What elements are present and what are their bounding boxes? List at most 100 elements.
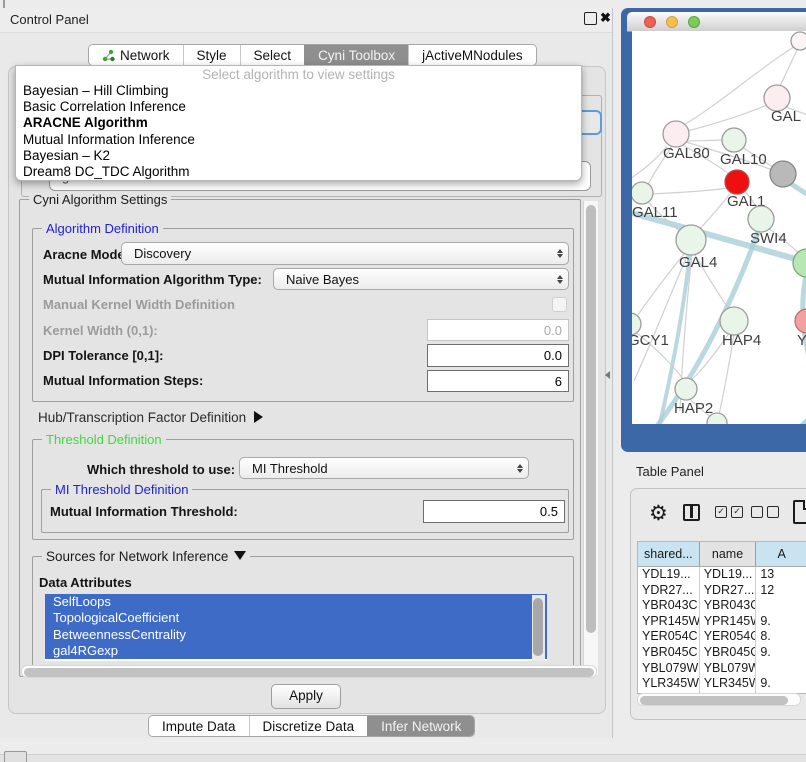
split-pane-collapse-icon[interactable]: [605, 371, 610, 379]
table-row[interactable]: YLR345WYLR345W9.: [638, 676, 806, 692]
tab-select[interactable]: Select: [240, 45, 305, 65]
tab-style[interactable]: Style: [183, 45, 240, 65]
zoom-traffic-light-icon[interactable]: [688, 16, 700, 28]
hub-definition-label[interactable]: Hub/Transcription Factor Definition: [38, 410, 263, 425]
table-row[interactable]: YBL079WYBL079W: [638, 661, 806, 677]
cyni-algorithm-settings-title: Cyni Algorithm Settings: [29, 192, 171, 207]
minimize-traffic-light-icon[interactable]: [666, 16, 678, 28]
sources-title[interactable]: Sources for Network Inference: [42, 549, 250, 564]
dropdown-item[interactable]: Mutual Information Inference: [16, 132, 581, 148]
new-table-icon[interactable]: [793, 500, 806, 524]
dropdown-item[interactable]: Bayesian – Hill Climbing: [16, 83, 581, 99]
mi-steps-field[interactable]: 6: [427, 370, 569, 392]
tab-impute-data[interactable]: Impute Data: [149, 716, 249, 736]
cyni-mode-tabbar: Impute DataDiscretize DataInfer Network: [148, 715, 475, 737]
tab-jactivemnodules[interactable]: jActiveMNodules: [408, 45, 536, 65]
attribute-item[interactable]: BetweennessCentrality: [45, 627, 547, 643]
node-table: shared...nameAYDL19...YDL19...13YDR27...…: [637, 541, 806, 694]
columns-icon[interactable]: [683, 504, 700, 521]
expand-right-icon[interactable]: [254, 411, 263, 423]
network-node-gal4[interactable]: [676, 225, 706, 255]
which-threshold-combo[interactable]: MI Threshold: [239, 457, 529, 479]
combo-arrows-icon: [552, 275, 568, 284]
close-traffic-light-icon[interactable]: [644, 16, 656, 28]
table-row[interactable]: YPR145WYPR145W9.: [638, 614, 806, 630]
mi-threshold-field[interactable]: 0.5: [423, 500, 565, 523]
dropdown-item[interactable]: Bayesian – K2: [16, 148, 581, 164]
table-row[interactable]: YBR043CYBR043C: [638, 598, 806, 614]
data-attributes-label: Data Attributes: [39, 575, 132, 590]
attribute-item[interactable]: gal4RGexp: [45, 643, 547, 659]
float-window-icon[interactable]: [584, 12, 597, 25]
attribute-item[interactable]: SelfLoops: [45, 594, 547, 610]
mi-threshold-definition-group: MI Threshold Definition Mutual Informati…: [41, 489, 569, 533]
table-row[interactable]: YBR045CYBR045C9.: [638, 645, 806, 661]
network-node[interactable]: [770, 161, 796, 187]
close-icon[interactable]: ✖: [600, 10, 611, 26]
attributes-list-scrollbar[interactable]: [532, 595, 545, 661]
tab-cyni-toolbox[interactable]: Cyni Toolbox: [304, 45, 408, 65]
corner-button[interactable]: [4, 751, 27, 762]
mi-threshold-definition-title: MI Threshold Definition: [51, 482, 192, 497]
network-node[interactable]: [793, 249, 806, 277]
tab-discretize-data[interactable]: Discretize Data: [249, 716, 368, 736]
data-attributes-list[interactable]: SelfLoopsTopologicalCoefficientBetweenne…: [45, 594, 547, 661]
network-node-gal1[interactable]: [725, 170, 749, 194]
attribute-item[interactable]: TopologicalCoefficient: [45, 610, 547, 626]
network-view-window[interactable]: GALGAL80GAL10GAL1GAL11SWI4GAL4GCY1HAP4YH…: [621, 8, 806, 452]
network-window-titlebar[interactable]: [627, 12, 806, 32]
collapse-down-icon[interactable]: [234, 551, 246, 560]
network-node-gal11[interactable]: [632, 182, 653, 204]
table-row[interactable]: YDR27...YDR27...12: [638, 583, 806, 599]
apply-button[interactable]: Apply: [271, 684, 341, 709]
which-threshold-value: MI Threshold: [240, 461, 512, 476]
settings-vertical-scrollbar[interactable]: [583, 201, 598, 675]
select-all-columns-icon[interactable]: ✓✓: [715, 506, 743, 518]
mi-algorithm-type-value: Naive Bayes: [274, 272, 552, 287]
algorithm-definition-group: Algorithm Definition Aracne Mode: Discov…: [32, 228, 574, 402]
threshold-definition-group: Threshold Definition Which threshold to …: [32, 439, 574, 540]
dropdown-item[interactable]: ARACNE Algorithm: [16, 115, 581, 131]
network-node-gal80[interactable]: [663, 121, 689, 147]
manual-kernel-width-checkbox[interactable]: [552, 297, 567, 312]
mi-algorithm-type-label: Mutual Information Algorithm Type:: [43, 272, 262, 287]
gear-icon[interactable]: ⚙: [649, 501, 668, 526]
network-edge: [772, 419, 806, 424]
kernel-width-field[interactable]: 0.0: [427, 319, 569, 341]
aracne-mode-combo[interactable]: Discovery: [121, 242, 569, 265]
table-header-row: shared...nameA: [638, 542, 806, 567]
dropdown-item[interactable]: Dream8 DC_TDC Algorithm: [16, 164, 581, 180]
column-header-1[interactable]: name: [700, 542, 757, 566]
network-edge: [650, 187, 735, 194]
combo-arrows-icon: [552, 249, 568, 258]
tab-network[interactable]: Network: [89, 45, 183, 65]
dropdown-item[interactable]: Basic Correlation Inference: [16, 99, 581, 115]
network-canvas[interactable]: GALGAL80GAL10GAL1GAL11SWI4GAL4GCY1HAP4YH…: [632, 31, 806, 424]
network-node[interactable]: [791, 32, 806, 50]
column-header-0[interactable]: shared...: [638, 542, 700, 566]
algorithm-definition-title: Algorithm Definition: [42, 221, 163, 236]
algorithm-dropdown-popup: Select algorithm to view settings Bayesi…: [15, 65, 582, 181]
deselect-all-columns-icon[interactable]: [751, 506, 779, 518]
settings-horizontal-scrollbar[interactable]: [21, 665, 597, 678]
table-horizontal-scrollbar[interactable]: [637, 693, 801, 706]
network-node-hap2[interactable]: [675, 378, 697, 400]
algorithm-dropdown-placeholder: Select algorithm to view settings: [16, 66, 581, 83]
application-window: Control Panel ✖ NetworkStyleSelectCyni T…: [0, 0, 806, 762]
table-row[interactable]: YER054CYER054C8.: [638, 629, 806, 645]
network-node-swi4[interactable]: [748, 206, 774, 232]
network-node-hap4[interactable]: [720, 307, 748, 335]
table-row[interactable]: YDL19...YDL19...13: [638, 567, 806, 583]
control-panel-titlebar: Control Panel ✖: [0, 8, 612, 33]
which-threshold-label: Which threshold to use:: [87, 462, 235, 477]
column-header-2[interactable]: A: [756, 542, 806, 566]
network-node-gal10[interactable]: [722, 128, 746, 152]
control-panel-tabbar: NetworkStyleSelectCyni ToolboxjActiveMNo…: [88, 44, 537, 66]
algorithm-dropdown-items: Bayesian – Hill ClimbingBasic Correlatio…: [16, 83, 581, 180]
control-panel-title: Control Panel: [10, 12, 89, 27]
mi-algorithm-type-combo[interactable]: Naive Bayes: [273, 268, 569, 290]
network-node-y[interactable]: [795, 309, 806, 333]
tab-infer-network[interactable]: Infer Network: [367, 716, 474, 736]
dpi-tolerance-field[interactable]: 0.0: [427, 344, 569, 367]
network-edge: [632, 146, 667, 181]
